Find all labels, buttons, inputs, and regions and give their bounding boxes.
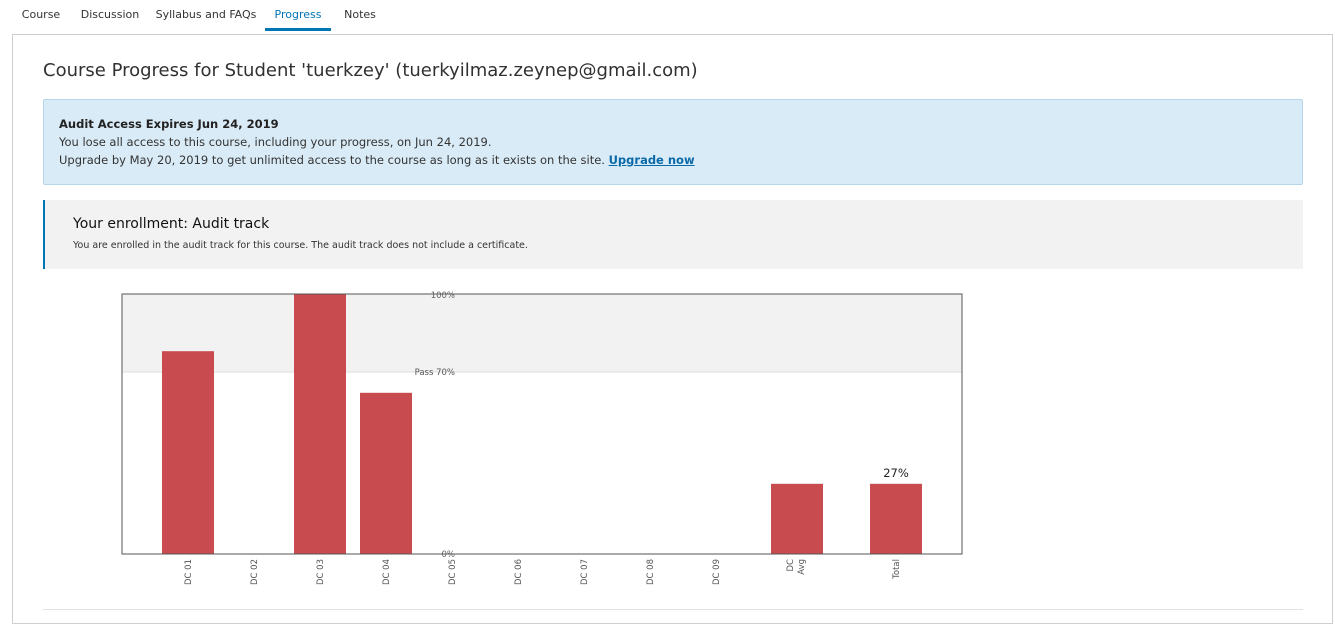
course-tabs: Course Discussion Syllabus and FAQs Prog… bbox=[0, 0, 1335, 34]
enrollment-title: Your enrollment: Audit track bbox=[73, 216, 270, 232]
x-tick-dc-02: DC 02 bbox=[250, 559, 260, 585]
bar-dc-03 bbox=[294, 294, 346, 554]
tab-discussion[interactable]: Discussion bbox=[76, 0, 144, 31]
tab-progress[interactable]: Progress bbox=[265, 0, 331, 31]
x-tick-dc-07: DC 07 bbox=[580, 559, 590, 585]
x-tick-dc-08: DC 08 bbox=[646, 559, 656, 585]
x-tick-dc-05: DC 05 bbox=[448, 559, 458, 585]
divider bbox=[43, 609, 1303, 610]
x-tick-dc-avg: DC bbox=[786, 559, 796, 572]
upgrade-now-link[interactable]: Upgrade now bbox=[609, 153, 695, 167]
grade-chart-svg: 100% Pass 70% 0% 27% DC 01 DC 02 DC 03 DC 04 DC … bbox=[121, 291, 963, 585]
x-tick-dc-06: DC 06 bbox=[514, 559, 524, 585]
page-title: Course Progress for Student 'tuerkzey' (… bbox=[43, 60, 698, 81]
x-tick-dc-avg-2: Avg bbox=[797, 559, 807, 575]
alert-title: Audit Access Expires Jun 24, 2019 bbox=[59, 117, 279, 131]
pass-band bbox=[122, 294, 962, 372]
enrollment-box: Your enrollment: Audit track You are enr… bbox=[43, 200, 1303, 269]
tab-notes[interactable]: Notes bbox=[337, 0, 383, 31]
bar-dc-avg bbox=[771, 483, 823, 554]
x-tick-dc-09: DC 09 bbox=[712, 559, 722, 585]
y-label-0: 0% bbox=[442, 550, 456, 560]
alert-message: You lose all access to this course, incl… bbox=[59, 135, 492, 149]
x-tick-dc-04: DC 04 bbox=[382, 559, 392, 585]
bar-total bbox=[870, 483, 922, 554]
bar-dc-04 bbox=[360, 392, 412, 554]
tab-syllabus-faqs[interactable]: Syllabus and FAQs bbox=[154, 0, 258, 31]
y-label-100: 100% bbox=[431, 291, 455, 301]
x-tick-total: Total bbox=[892, 559, 902, 580]
y-label-pass: Pass 70% bbox=[415, 368, 455, 378]
enrollment-description: You are enrolled in the audit track for … bbox=[73, 240, 528, 251]
grade-chart: 100% Pass 70% 0% 27% DC 01 DC 02 DC 03 DC 04 DC … bbox=[0, 280, 1000, 600]
tab-course[interactable]: Course bbox=[14, 0, 68, 31]
x-tick-dc-01: DC 01 bbox=[184, 559, 194, 585]
alert-upgrade-message: Upgrade by May 20, 2019 to get unlimited… bbox=[59, 153, 695, 167]
bar-dc-01 bbox=[162, 351, 214, 554]
data-label-total: 27% bbox=[883, 466, 909, 480]
x-tick-dc-03: DC 03 bbox=[316, 559, 326, 585]
alert-upgrade-text: Upgrade by May 20, 2019 to get unlimited… bbox=[59, 153, 605, 167]
audit-access-alert: Audit Access Expires Jun 24, 2019 You lo… bbox=[43, 99, 1303, 185]
